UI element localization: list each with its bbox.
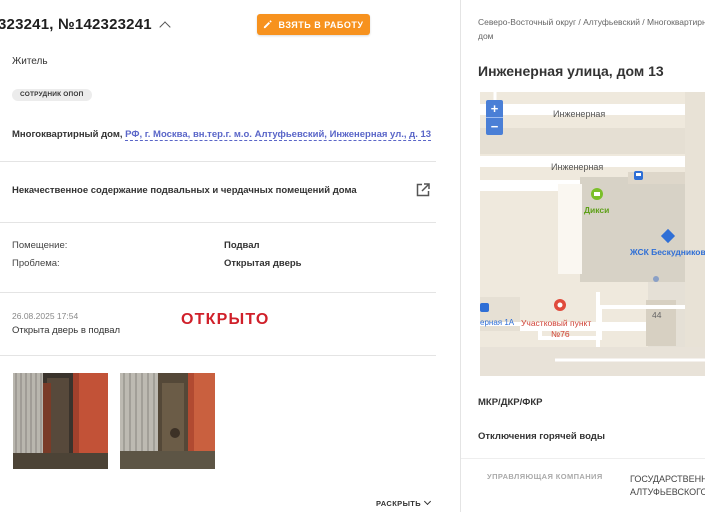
- pencil-icon: [264, 20, 273, 29]
- divider: [0, 292, 436, 293]
- management-company-label: УПРАВЛЯЮЩАЯ КОМПАНИЯ: [487, 472, 603, 481]
- take-to-work-button[interactable]: ВЗЯТЬ В РАБОТУ: [257, 14, 370, 35]
- role-badge: СОТРУДНИК ОПОП: [12, 89, 92, 101]
- event-date: 26.08.2025 17:54: [12, 311, 79, 321]
- chevron-up-icon[interactable]: [159, 21, 171, 33]
- zoom-in-button[interactable]: +: [486, 100, 503, 117]
- map-poi-police-num: №76: [551, 329, 570, 339]
- address-line: Многоквартирный дом, РФ, г. Москва, вн.т…: [12, 129, 432, 141]
- map-canvas: [480, 92, 705, 376]
- map-street-label: Инженерная: [551, 162, 604, 172]
- map-building-number: 44: [652, 310, 662, 320]
- ticket-title: 323241, №142323241: [0, 16, 152, 33]
- management-company-line: ГОСУДАРСТВЕННОЕ: [630, 474, 705, 484]
- room-label: Помещение:: [12, 240, 68, 251]
- expand-button[interactable]: РАСКРЫТЬ: [376, 497, 432, 508]
- management-company-line: АЛТУФЬЕВСКОГО: [630, 487, 705, 497]
- hot-water-label[interactable]: Отключения горячей воды: [478, 431, 605, 442]
- map-poi-shop: Дикси: [584, 205, 610, 215]
- map-poi-police: Участковый пункт: [521, 318, 592, 328]
- external-link-icon[interactable]: [416, 183, 430, 202]
- divider: [0, 161, 436, 162]
- event-comment: Открыта дверь в подвал: [12, 325, 121, 336]
- status-stamp: ОТКРЫТО: [181, 311, 270, 328]
- map-street-label: Инженерная: [553, 109, 606, 119]
- management-company-value: ГОСУДАРСТВЕННОЕ АЛТУФЬЕВСКОГО: [630, 473, 705, 499]
- ticket-header[interactable]: 323241, №142323241: [0, 16, 171, 33]
- take-to-work-label: ВЗЯТЬ В РАБОТУ: [278, 19, 364, 30]
- divider: [461, 458, 705, 459]
- divider: [0, 355, 436, 356]
- problem-value: Открытая дверь: [224, 258, 302, 269]
- photo-thumbnail[interactable]: [120, 373, 215, 469]
- room-value: Подвал: [224, 240, 260, 251]
- ticket-panel: 323241, №142323241 ВЗЯТЬ В РАБОТУ Житель…: [0, 0, 436, 512]
- address-sidepanel: Северо-Восточный округ / Алтуфьевский / …: [461, 0, 705, 512]
- breadcrumb: Северо-Восточный округ / Алтуфьевский / …: [478, 17, 705, 41]
- map-bus-stop: ерная 1А: [480, 318, 515, 327]
- expand-label: РАСКРЫТЬ: [376, 499, 422, 508]
- chevron-down-icon: [424, 497, 432, 506]
- map-zoom-control: + −: [486, 100, 503, 135]
- map-widget[interactable]: Инженерная Инженерная Дикси ЖСК Бескудни…: [480, 92, 705, 376]
- zoom-out-button[interactable]: −: [486, 118, 503, 135]
- address-link[interactable]: РФ, г. Москва, вн.тер.г. м.о. Алтуфьевск…: [125, 129, 432, 141]
- photo-thumbnail[interactable]: [13, 373, 108, 469]
- problem-label: Проблема:: [12, 258, 60, 269]
- divider: [0, 222, 436, 223]
- address-title: Инженерная улица, дом 13: [478, 63, 664, 79]
- map-poi-zhsk: ЖСК Бескудниково: [630, 247, 705, 257]
- applicant-type: Житель: [12, 56, 48, 67]
- address-prefix: Многоквартирный дом,: [12, 129, 123, 140]
- mkr-section-label[interactable]: МКР/ДКР/ФКР: [478, 397, 542, 408]
- issue-title: Некачественное содержание подвальных и ч…: [12, 185, 357, 196]
